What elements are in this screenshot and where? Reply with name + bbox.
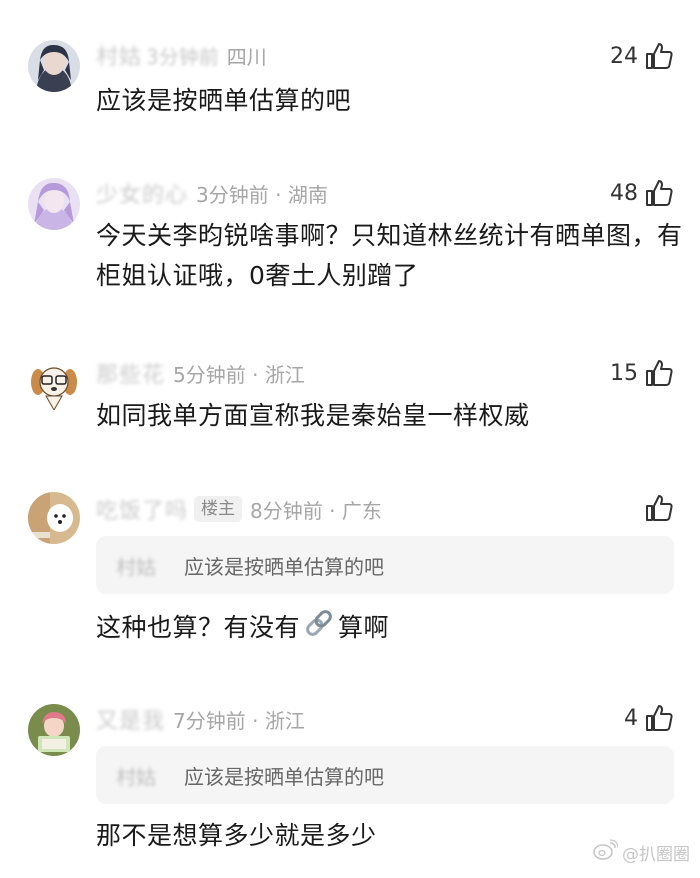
like-button[interactable]: 15: [610, 357, 674, 389]
like-button[interactable]: 24: [610, 40, 674, 72]
avatar[interactable]: [28, 40, 80, 92]
comment-meta: 吃饭了吗 楼主 8分钟前 · 广东: [96, 494, 382, 524]
location-label: 浙江: [264, 362, 305, 387]
thumbs-up-icon: [644, 41, 674, 71]
username[interactable]: 村姑: [96, 39, 142, 71]
comment-meta: 又是我 7分钟前 · 浙江: [96, 703, 305, 735]
avatar[interactable]: [28, 704, 80, 756]
avatar[interactable]: [28, 358, 80, 410]
time-label: 7分钟前 · 浙江: [173, 708, 305, 733]
like-count: 48: [610, 180, 638, 206]
quoted-text: 应该是按晒单估算的吧: [184, 764, 384, 789]
username[interactable]: 少女的心: [96, 177, 188, 209]
like-count: 15: [610, 360, 638, 386]
chain-link-icon: [302, 606, 336, 652]
avatar[interactable]: [28, 178, 80, 230]
time-label: 3分钟前: [146, 44, 219, 69]
location-label: 浙江: [264, 708, 305, 733]
like-count: 4: [624, 705, 638, 731]
comment-meta: 那些花 5分钟前 · 浙江: [96, 357, 305, 389]
avatar[interactable]: [28, 492, 80, 544]
comment-meta: 少女的心 3分钟前 · 湖南: [96, 177, 328, 209]
quoted-comment[interactable]: 村姑 应该是按晒单估算的吧: [96, 536, 674, 594]
location-label: 湖南: [287, 182, 328, 207]
username[interactable]: 吃饭了吗: [96, 493, 188, 525]
comment-text: 如同我单方面宣称我是秦始皇一样权威: [96, 401, 530, 430]
thumbs-up-icon: [644, 703, 674, 733]
comment-meta: 村姑 3分钟前 四川: [96, 39, 267, 71]
quoted-username: 村姑: [116, 554, 156, 579]
thumbs-up-icon: [644, 493, 674, 523]
time-label: 5分钟前 · 浙江: [173, 362, 305, 387]
like-button[interactable]: 48: [610, 177, 674, 209]
username[interactable]: 那些花: [96, 357, 165, 389]
comment-text: 这种也算？有没有 算啊: [96, 606, 686, 652]
comment-text: 应该是按晒单估算的吧: [96, 86, 352, 115]
watermark-text: @扒圈圈: [622, 845, 690, 865]
location-label: 四川: [226, 44, 267, 69]
thumbs-up-icon: [644, 178, 674, 208]
comment-text: 今天关李昀锐啥事啊？只知道林丝统计有晒单图，有柜姐认证哦，0奢土人别蹭了: [96, 221, 683, 290]
quoted-username: 村姑: [116, 764, 156, 789]
watermark: @扒圈圈: [592, 839, 690, 866]
author-badge: 楼主: [194, 496, 243, 522]
like-button[interactable]: 4: [624, 702, 674, 734]
username[interactable]: 又是我: [96, 703, 165, 735]
like-count: 24: [610, 43, 638, 69]
like-button[interactable]: [638, 492, 674, 524]
quoted-comment[interactable]: 村姑 应该是按晒单估算的吧: [96, 746, 674, 804]
time-label: 3分钟前 · 湖南: [196, 182, 328, 207]
weibo-icon: [592, 839, 619, 866]
location-label: 广东: [341, 498, 382, 523]
time-label: 8分钟前 · 广东: [250, 498, 382, 523]
quoted-text: 应该是按晒单估算的吧: [184, 554, 384, 579]
thumbs-up-icon: [644, 358, 674, 388]
